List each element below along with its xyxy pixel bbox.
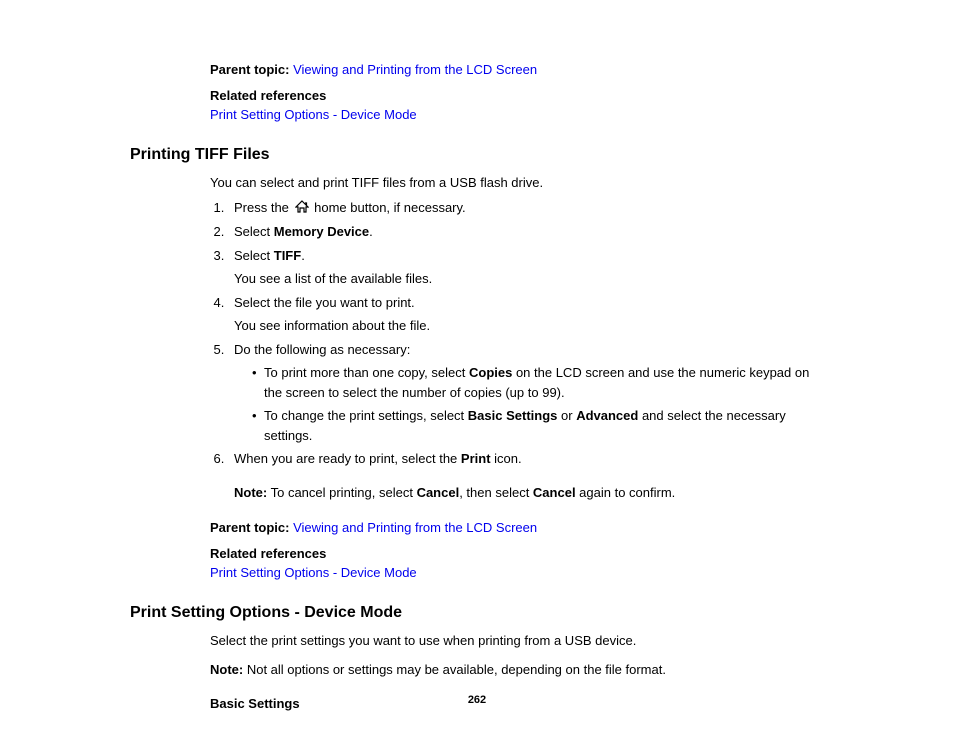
step-item: Select the file you want to print. You s… bbox=[228, 293, 824, 336]
note-text: Not all options or settings may be avail… bbox=[243, 662, 666, 677]
related-reference-link[interactable]: Print Setting Options - Device Mode bbox=[210, 565, 417, 580]
parent-topic-line: Parent topic: Viewing and Printing from … bbox=[210, 60, 824, 80]
parent-topic-link[interactable]: Viewing and Printing from the LCD Screen bbox=[293, 520, 537, 535]
step-text: . bbox=[301, 248, 305, 263]
bullet-item: To change the print settings, select Bas… bbox=[252, 406, 824, 445]
step-bold: TIFF bbox=[274, 248, 301, 263]
step-bold: Print bbox=[461, 451, 491, 466]
parent-topic-line: Parent topic: Viewing and Printing from … bbox=[210, 518, 824, 538]
step-item: When you are ready to print, select the … bbox=[228, 449, 824, 502]
related-reference-link[interactable]: Print Setting Options - Device Mode bbox=[210, 107, 417, 122]
note-text: , then select bbox=[459, 485, 533, 500]
section-heading-print-setting-options: Print Setting Options - Device Mode bbox=[130, 601, 824, 625]
step-text: icon. bbox=[491, 451, 522, 466]
parent-topic-label: Parent topic: bbox=[210, 62, 289, 77]
parent-topic-link[interactable]: Viewing and Printing from the LCD Screen bbox=[293, 62, 537, 77]
note-block: Note: To cancel printing, select Cancel,… bbox=[234, 483, 824, 503]
step-item: Select TIFF. You see a list of the avail… bbox=[228, 246, 824, 289]
step-subtext: You see information about the file. bbox=[234, 316, 824, 336]
step-subtext: You see a list of the available files. bbox=[234, 269, 824, 289]
steps-list: Press the home button, if necessary. Sel… bbox=[210, 198, 824, 502]
step-bold: Memory Device bbox=[274, 224, 369, 239]
step-text: Select bbox=[234, 248, 274, 263]
bullet-bold: Basic Settings bbox=[468, 408, 558, 423]
note-label: Note: bbox=[234, 485, 267, 500]
bullet-item: To print more than one copy, select Copi… bbox=[252, 363, 824, 402]
step-text: When you are ready to print, select the bbox=[234, 451, 461, 466]
step-text: home button, if necessary. bbox=[311, 200, 466, 215]
section-heading-printing-tiff: Printing TIFF Files bbox=[130, 143, 824, 167]
home-icon bbox=[295, 199, 309, 219]
step-text: Do the following as necessary: bbox=[234, 342, 410, 357]
bullet-bold: Advanced bbox=[576, 408, 638, 423]
bullet-bold: Copies bbox=[469, 365, 512, 380]
step-text: Select the file you want to print. bbox=[234, 295, 415, 310]
note-text: again to confirm. bbox=[576, 485, 676, 500]
bullet-text: To change the print settings, select bbox=[264, 408, 468, 423]
section-intro: Select the print settings you want to us… bbox=[210, 631, 824, 651]
step-item: Select Memory Device. bbox=[228, 222, 824, 242]
step-item: Press the home button, if necessary. bbox=[228, 198, 824, 218]
parent-topic-label: Parent topic: bbox=[210, 520, 289, 535]
page-number: 262 bbox=[0, 692, 954, 709]
step-text: . bbox=[369, 224, 373, 239]
note-text: To cancel printing, select bbox=[267, 485, 416, 500]
related-references-label: Related references bbox=[210, 86, 824, 106]
bullet-list: To print more than one copy, select Copi… bbox=[234, 363, 824, 445]
bullet-text: To print more than one copy, select bbox=[264, 365, 469, 380]
note-label: Note: bbox=[210, 662, 243, 677]
section-intro: You can select and print TIFF files from… bbox=[210, 173, 824, 193]
step-text: Select bbox=[234, 224, 274, 239]
note-bold: Cancel bbox=[533, 485, 576, 500]
note-block: Note: Not all options or settings may be… bbox=[210, 660, 824, 680]
bullet-text: or bbox=[557, 408, 576, 423]
step-item: Do the following as necessary: To print … bbox=[228, 340, 824, 446]
related-references-label: Related references bbox=[210, 544, 824, 564]
step-text: Press the bbox=[234, 200, 293, 215]
note-bold: Cancel bbox=[417, 485, 460, 500]
